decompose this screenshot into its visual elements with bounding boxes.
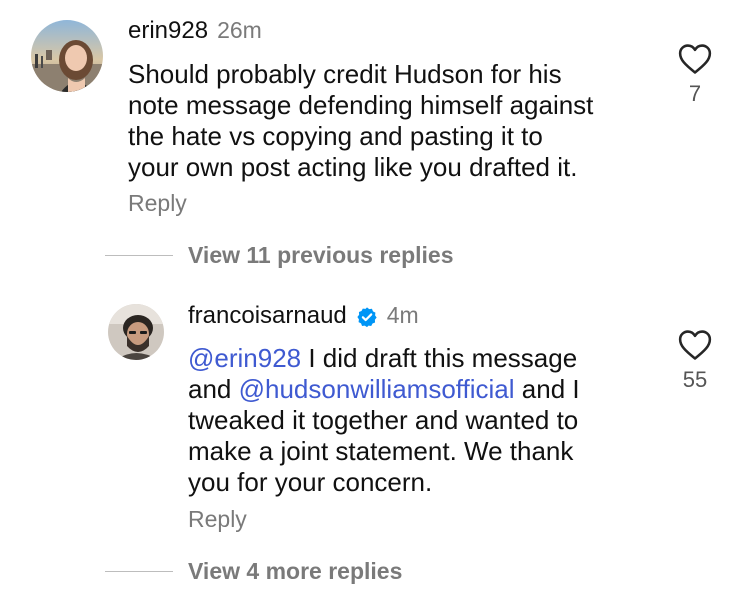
like-column-francoisarnaud: 55 <box>665 329 725 393</box>
reply-button[interactable]: Reply <box>128 190 187 217</box>
comment-body-erin928: Should probably credit Hudson for his no… <box>128 59 593 183</box>
threads-mention-icon: @ <box>238 374 266 404</box>
mention-erin928[interactable]: @erin928 <box>188 343 301 373</box>
timestamp: 26m <box>217 17 262 43</box>
thread-divider <box>105 255 173 256</box>
comment-line: the hate vs copying and pasting it to <box>128 121 543 151</box>
comment-line: and @hudsonwilliamsofficial and I <box>188 374 580 404</box>
heart-outline-icon[interactable] <box>678 43 712 75</box>
avatar-francoisarnaud[interactable] <box>108 304 164 360</box>
comment-header-erin928: erin928 26m <box>128 17 262 45</box>
username[interactable]: francoisarnaud <box>188 302 347 330</box>
verified-badge-icon <box>357 307 377 328</box>
view-more-replies-button[interactable]: View 4 more replies <box>188 558 402 585</box>
comment-line: @erin928 I did draft this message <box>188 343 578 373</box>
mention-hudsonwilliamsofficial[interactable]: @hudsonwilliamsofficial <box>239 374 515 404</box>
view-previous-replies-button[interactable]: View 11 previous replies <box>188 242 454 269</box>
view-more-replies-row: View 4 more replies <box>105 558 402 585</box>
thread-divider <box>105 571 173 572</box>
comment-line: you for your concern. <box>188 467 433 497</box>
profile-photo <box>31 20 103 92</box>
comment-line: Should probably credit Hudson for his <box>128 59 562 89</box>
threads-mention-icon: @ <box>188 343 215 373</box>
comment-line: note message defending himself against <box>128 90 594 120</box>
comment-body-francoisarnaud: @erin928 I did draft this message and @h… <box>188 343 580 498</box>
comment-header-francoisarnaud: francoisarnaud 4m <box>188 302 419 330</box>
like-count: 7 <box>688 81 702 106</box>
avatar-erin928[interactable] <box>31 20 103 92</box>
reply-button[interactable]: Reply <box>188 506 247 533</box>
comment-line: make a joint statement. We thank <box>188 436 574 466</box>
comment-line: tweaked it together and wanted to <box>188 405 579 435</box>
timestamp: 4m <box>386 302 419 328</box>
comment-line: your own post acting like you drafted it… <box>128 152 578 182</box>
comments-thread: erin928 26m Should probably credit Hudso… <box>0 0 750 593</box>
username[interactable]: erin928 <box>128 17 208 45</box>
like-column-erin928: 7 <box>665 43 725 107</box>
like-count: 55 <box>682 367 708 392</box>
view-previous-replies-row: View 11 previous replies <box>105 242 454 269</box>
profile-photo <box>108 304 164 360</box>
heart-outline-icon[interactable] <box>678 329 712 361</box>
